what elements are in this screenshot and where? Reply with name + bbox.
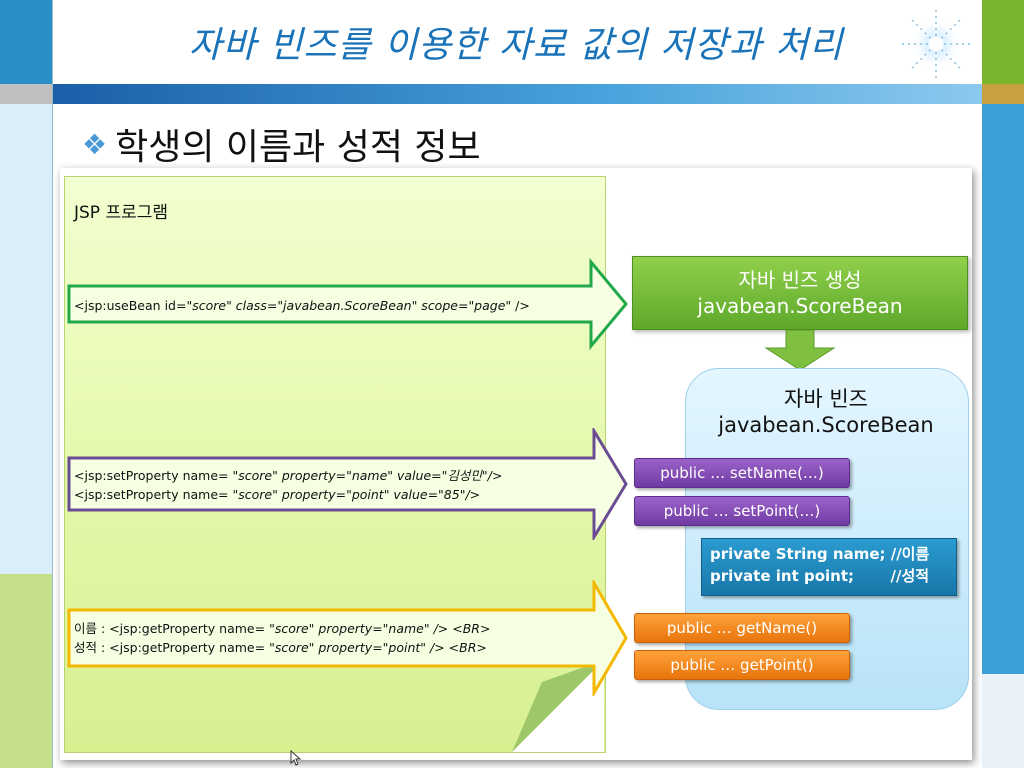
getproperty-code: 이름 : <jsp:getProperty name= "score" prop…: [74, 619, 490, 657]
code-attr: value="김성민": [393, 468, 488, 483]
code-tag: <jsp:setProperty name=: [74, 487, 229, 502]
private-fields-box: private String name; //이름 private int poi…: [701, 538, 957, 596]
frame-top-right-block: [982, 0, 1024, 84]
frame-vertical-line: [52, 0, 53, 768]
code-value: "javabean.ScoreBean": [277, 298, 418, 313]
slide-title: 자바 빈즈를 이용한 자료 값의 저장과 처리: [188, 25, 844, 66]
frame-top-left-block: [0, 0, 52, 84]
frame-right-bottom: [982, 674, 1024, 768]
frame-left-column: [0, 104, 52, 574]
frame-right-strip: [982, 84, 1024, 104]
code-attr: property="point": [314, 640, 427, 655]
create-bean-line1: 자바 빈즈 생성: [738, 268, 862, 292]
code-close: />: [511, 298, 530, 313]
frame-left-green: [0, 574, 52, 768]
diamond-bullet-icon: ❖: [82, 127, 108, 161]
code-value: "score": [265, 640, 315, 655]
subtitle-text: 학생의 이름과 성적 정보: [115, 127, 481, 168]
slide-subtitle: ❖ 학생의 이름과 성적 정보: [82, 118, 481, 170]
down-arrow-icon: [764, 330, 836, 370]
code-value: "score": [228, 487, 278, 502]
setter-setpoint-box: public … setPoint(…): [634, 496, 850, 526]
frame-right-column: [982, 104, 1024, 674]
code-line: <jsp:setProperty name= "score" property=…: [74, 485, 502, 504]
code-line: 성적 : <jsp:getProperty name= "score" prop…: [74, 638, 490, 657]
code-attr: value="85": [389, 487, 466, 502]
code-attr: property="point": [277, 487, 390, 502]
code-tag: <jsp:setProperty name=: [74, 468, 229, 483]
code-close: />: [487, 468, 503, 483]
code-tag: <jsp:getProperty name=: [109, 640, 266, 655]
code-label: 이름 :: [74, 621, 110, 636]
java-bean-line2: javabean.ScoreBean: [718, 413, 934, 437]
code-attr: property="name": [277, 468, 394, 483]
code-label: 성적 :: [74, 640, 110, 655]
sparkle-icon: [902, 10, 970, 78]
getter-getname-box: public … getName(): [634, 613, 850, 643]
java-bean-line1: 자바 빈즈: [784, 387, 868, 411]
field-name-line: private String name; //이름: [710, 545, 930, 563]
usebean-code: <jsp:useBean id="score" class="javabean.…: [74, 296, 530, 315]
code-value: "score": [186, 298, 232, 313]
code-value: "score": [265, 621, 315, 636]
code-value: "score": [228, 468, 278, 483]
create-bean-box: 자바 빈즈 생성 javabean.ScoreBean: [632, 256, 968, 330]
java-bean-title: 자바 빈즈 javabean.ScoreBean: [685, 386, 967, 438]
note-title: JSP 프로그램: [74, 203, 169, 223]
code-value: "page": [468, 298, 512, 313]
field-point-line: private int point; //성적: [710, 567, 930, 585]
code-close: />: [465, 487, 481, 502]
code-tag: <jsp:useBean: [74, 298, 165, 313]
code-close: /> <BR>: [429, 621, 491, 636]
code-tag: <jsp:getProperty name=: [109, 621, 266, 636]
code-line: 이름 : <jsp:getProperty name= "score" prop…: [74, 619, 490, 638]
code-attr: id=: [164, 298, 187, 313]
code-attr: property="name": [314, 621, 430, 636]
setter-setname-box: public … setName(…): [634, 458, 850, 488]
mouse-cursor-icon: [290, 750, 302, 766]
code-attr: class=: [231, 298, 278, 313]
code-line: <jsp:setProperty name= "score" property=…: [74, 466, 502, 485]
code-close: /> <BR>: [426, 640, 487, 655]
frame-title-underline: [52, 84, 982, 104]
getter-getpoint-box: public … getPoint(): [634, 650, 850, 680]
frame-left-strip: [0, 84, 52, 104]
create-bean-line2: javabean.ScoreBean: [697, 294, 903, 318]
code-attr: scope=: [417, 298, 469, 313]
setproperty-code: <jsp:setProperty name= "score" property=…: [74, 466, 502, 504]
